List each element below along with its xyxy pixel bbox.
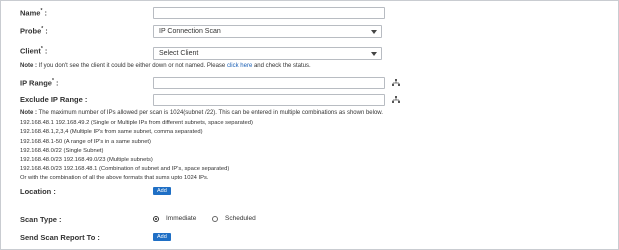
exclude-ip-range-input[interactable] [153, 94, 385, 106]
example-line: 192.168.48.0/23 192.168.48.1 (Combinatio… [20, 166, 230, 172]
add-report-recipient-button[interactable]: Add [153, 233, 171, 241]
probe-select-value: IP Connection Scan [159, 28, 221, 35]
client-label: Client* : [20, 46, 48, 56]
ip-range-note: Note : The maximum number of IPs allowed… [20, 110, 383, 116]
radio-immediate-label: Immediate [166, 215, 197, 222]
name-label: Name* : [20, 8, 47, 18]
client-select[interactable]: Select Client [153, 47, 382, 60]
probe-label: Probe* : [20, 26, 48, 36]
chevron-down-icon [371, 52, 377, 56]
radio-scheduled-label: Scheduled [225, 215, 256, 222]
click-here-link[interactable]: click here [227, 63, 252, 69]
example-line: 192.168.48.0/22 (Single Subnet) [20, 148, 104, 154]
exclude-ip-range-label: Exclude IP Range : [20, 95, 88, 104]
client-note: Note : If you don't see the client it co… [20, 63, 311, 69]
example-line: 192.168.48.0/23 192.168.49.0/23 (Multipl… [20, 157, 153, 163]
example-line: Or with the combination of all the above… [20, 175, 209, 181]
network-icon[interactable] [392, 96, 400, 104]
example-line: 192.168.48.1 192.168.49.2 (Single or Mul… [20, 120, 253, 126]
example-line: 192.168.48.1-50 (A range of IP's in a sa… [20, 139, 151, 145]
client-select-value: Select Client [159, 50, 199, 57]
example-line: 192.168.48.1,2,3,4 (Multiple IP's from s… [20, 129, 203, 135]
send-report-label: Send Scan Report To : [20, 233, 100, 242]
scan-type-label: Scan Type : [20, 215, 62, 224]
radio-immediate[interactable] [153, 216, 159, 222]
name-input[interactable] [153, 7, 385, 19]
radio-scheduled[interactable] [212, 216, 218, 222]
probe-select[interactable]: IP Connection Scan [153, 25, 382, 38]
add-location-button[interactable]: Add [153, 187, 171, 195]
network-icon[interactable] [392, 79, 400, 87]
ip-range-label: IP Range* : [20, 78, 59, 88]
location-label: Location : [20, 187, 56, 196]
chevron-down-icon [371, 30, 377, 34]
ip-range-input[interactable] [153, 77, 385, 89]
